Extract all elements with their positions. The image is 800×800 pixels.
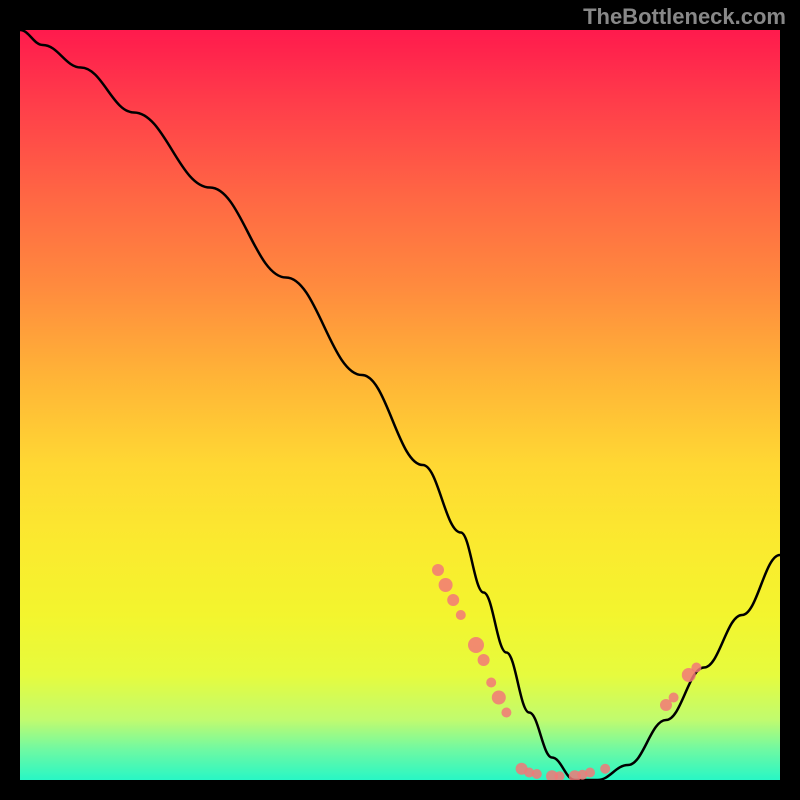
chart-marker [546, 770, 558, 780]
chart-marker [501, 708, 511, 718]
chart-plot-area [20, 30, 780, 780]
chart-svg [20, 30, 780, 780]
chart-marker [660, 699, 672, 711]
chart-marker [516, 763, 528, 775]
chart-marker [569, 770, 581, 780]
chart-marker [532, 769, 542, 779]
chart-marker [432, 564, 444, 576]
chart-marker [555, 771, 565, 780]
chart-marker [524, 768, 534, 778]
chart-marker [468, 637, 484, 653]
chart-marker [585, 768, 595, 778]
chart-curve [20, 30, 780, 780]
chart-markers [432, 564, 701, 780]
chart-marker [486, 678, 496, 688]
watermark-text: TheBottleneck.com [583, 4, 786, 30]
chart-marker [691, 663, 701, 673]
chart-marker [447, 594, 459, 606]
chart-marker [669, 693, 679, 703]
chart-marker [492, 691, 506, 705]
chart-marker [600, 764, 610, 774]
chart-marker [577, 770, 587, 780]
chart-marker [682, 668, 696, 682]
chart-marker [439, 578, 453, 592]
chart-marker [456, 610, 466, 620]
chart-marker [478, 654, 490, 666]
